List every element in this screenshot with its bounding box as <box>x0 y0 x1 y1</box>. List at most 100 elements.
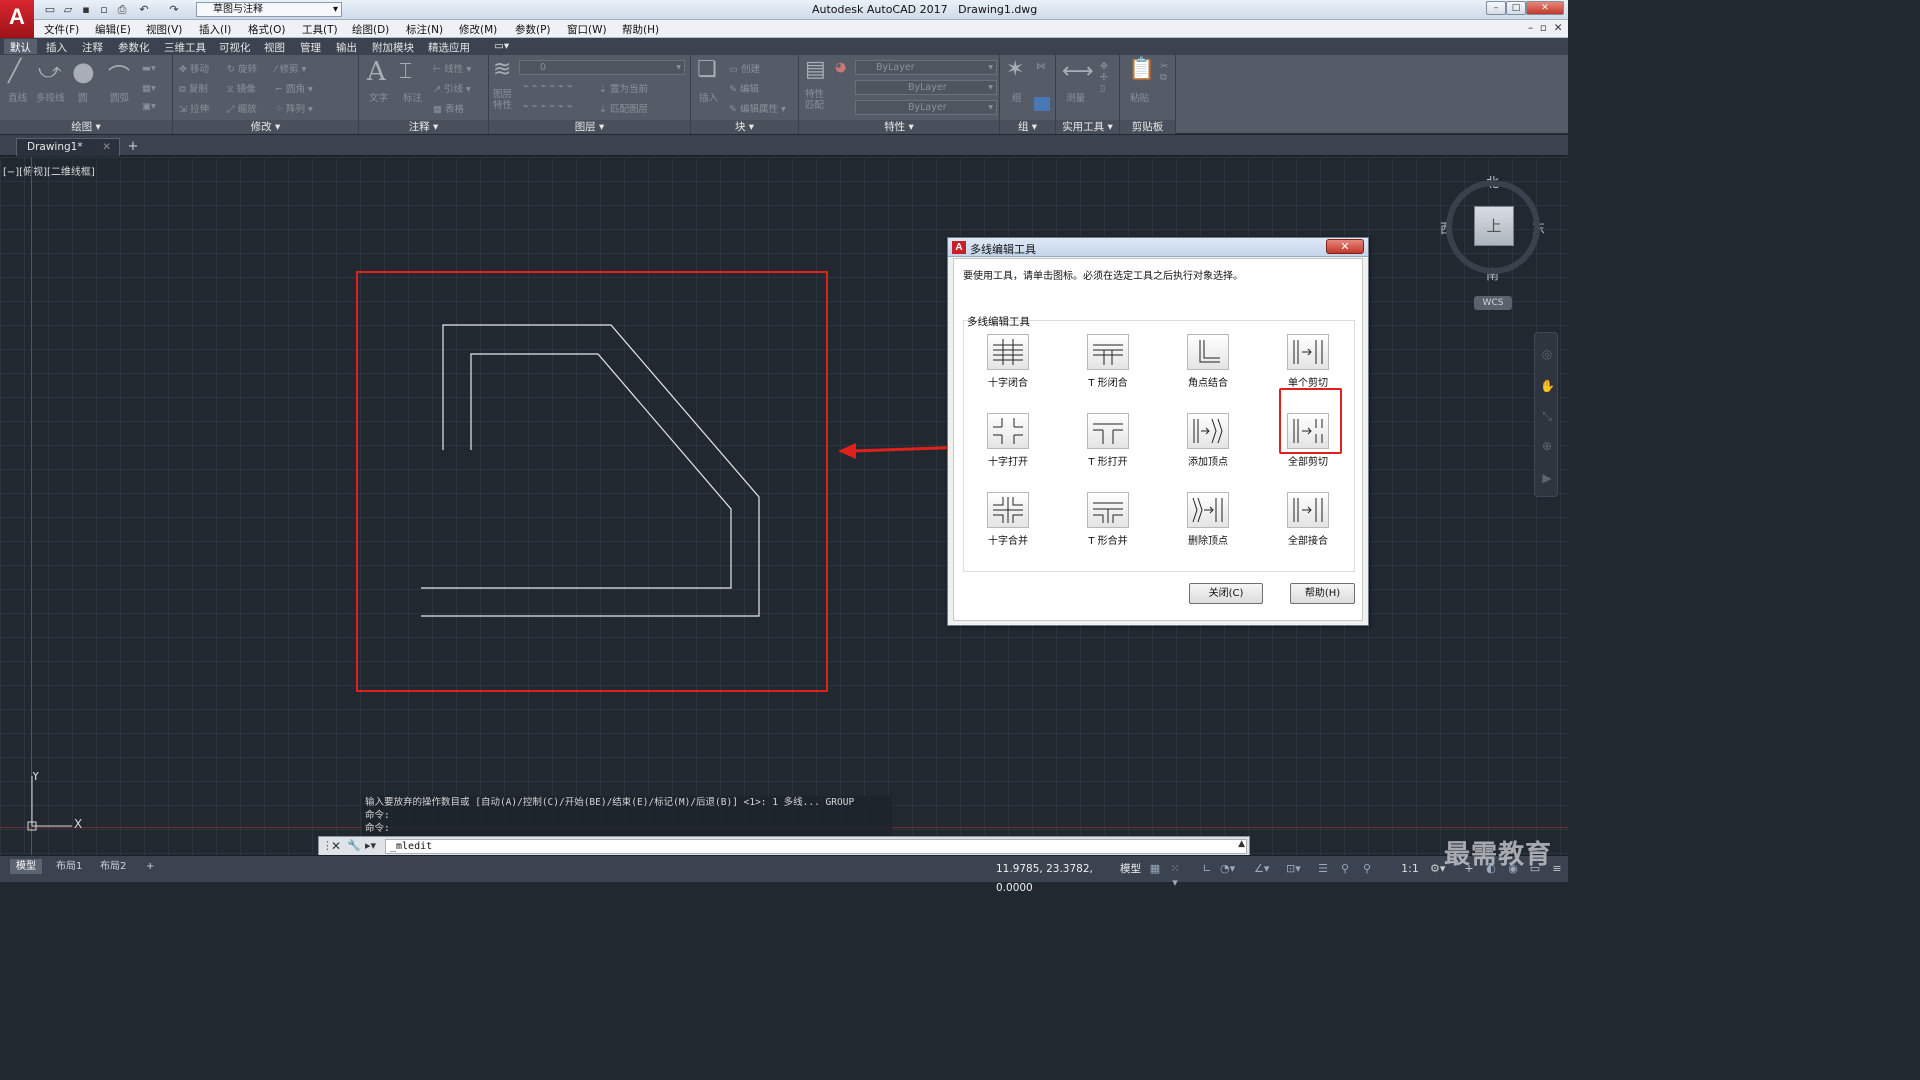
utility-tools-column[interactable]: ✥ ✢ ▯ <box>1100 61 1108 94</box>
weld-all-icon[interactable] <box>1287 492 1329 528</box>
lineweight-icon[interactable]: ☰ <box>1316 862 1330 876</box>
customize-command-icon[interactable]: 🔧 <box>347 839 361 852</box>
delete-vertex-icon[interactable] <box>1187 492 1229 528</box>
orbit-icon[interactable]: ⊕ <box>1540 439 1554 453</box>
match-properties-icon[interactable]: ▤ <box>805 57 826 82</box>
line-icon[interactable]: ╱ <box>8 59 21 84</box>
tool-array[interactable]: ⁘ 阵列 ▾ <box>275 101 313 115</box>
new-file-icon[interactable]: ▭ <box>42 2 58 17</box>
annotation-scale[interactable]: 1:1 <box>1398 862 1422 876</box>
command-expand-icon[interactable]: ▲ <box>1238 839 1245 849</box>
layer-tools-row1[interactable]: ⌁ ⌁ ⌁ ⌁ ⌁ ⌁ <box>523 81 572 92</box>
document-tab[interactable]: Drawing1* ✕ <box>16 138 120 156</box>
open-tee-icon[interactable] <box>1087 413 1129 449</box>
paste-icon[interactable]: 📋 <box>1128 57 1155 82</box>
open-file-icon[interactable]: ▱ <box>60 2 76 17</box>
menu-help[interactable]: 帮助(H) <box>622 22 659 37</box>
minimize-button[interactable]: – <box>1486 1 1506 15</box>
recent-commands-icon[interactable]: ▸▾ <box>365 839 376 852</box>
tool-scale[interactable]: ⤢ 缩放 <box>227 101 257 115</box>
tool-open-tee[interactable]: T 形打开 <box>1074 413 1142 477</box>
tool-trim[interactable]: ⁄ 修剪 ▾ <box>275 61 306 75</box>
group-select-icon[interactable] <box>1034 97 1050 111</box>
tool-set-current[interactable]: ⇣ 置为当前 <box>599 81 648 95</box>
circle-icon[interactable]: ● <box>72 57 95 87</box>
text-icon[interactable]: A <box>367 57 386 87</box>
autocad-logo[interactable]: A <box>0 0 34 38</box>
tool-add-vertex[interactable]: 添加顶点 <box>1174 413 1242 477</box>
panel-annotate-label[interactable]: 注释 ▾ <box>359 120 488 134</box>
osnap-track-icon[interactable]: ∠▾ <box>1254 862 1269 876</box>
lineweight-dropdown[interactable]: ByLayer ▾ <box>855 100 997 115</box>
save-as-icon[interactable]: ▫ <box>96 2 112 17</box>
dimension-icon[interactable]: ⌶ <box>399 59 412 84</box>
ribbon-options-icon[interactable]: ▭▾ <box>488 39 515 54</box>
zoom-extents-icon[interactable]: ⤡ <box>1540 409 1554 423</box>
annotation-visibility-icon[interactable]: ⚲ <box>1338 862 1352 876</box>
tool-closed-tee[interactable]: T 形闭合 <box>1074 334 1142 398</box>
menu-tools[interactable]: 工具(T) <box>302 22 338 37</box>
menu-insert[interactable]: 插入(I) <box>199 22 231 37</box>
menu-view[interactable]: 视图(V) <box>146 22 182 37</box>
wcs-menu[interactable]: WCS <box>1474 296 1512 310</box>
dialog-help-button[interactable]: 帮助(H) <box>1290 583 1355 604</box>
print-icon[interactable]: ⎙ <box>114 2 130 17</box>
tool-edit-block[interactable]: ✎ 编辑 <box>729 81 759 95</box>
merged-cross-icon[interactable] <box>987 492 1029 528</box>
osnap-icon[interactable]: ⊡▾ <box>1286 862 1301 876</box>
tool-stretch[interactable]: ⇲ 拉伸 <box>179 101 209 115</box>
tool-fillet[interactable]: ⌐ 圆角 ▾ <box>275 81 313 95</box>
cut-copy-icons[interactable]: ✂ ⧉ <box>1160 61 1168 83</box>
snap-icon[interactable]: ⁙▾ <box>1168 862 1182 889</box>
tab-addins[interactable]: 附加模块 <box>366 39 420 54</box>
tab-manage[interactable]: 管理 <box>294 39 327 54</box>
tab-insert[interactable]: 插入 <box>40 39 73 54</box>
tool-merged-tee[interactable]: T 形合并 <box>1074 492 1142 556</box>
group-icon[interactable]: ✶ <box>1006 57 1024 82</box>
workspace-gear-icon[interactable]: ⚙▾ <box>1430 862 1445 876</box>
steering-wheel-icon[interactable]: ◎ <box>1540 347 1554 361</box>
ungroup-icon[interactable]: ⋈ <box>1036 61 1046 72</box>
hatch-icon[interactable]: ▦▾ <box>142 83 156 94</box>
viewcube-top-face[interactable]: 上 <box>1474 206 1514 246</box>
tool-mirror[interactable]: ⧖ 镜像 <box>227 81 256 95</box>
ortho-icon[interactable]: ∟ <box>1200 862 1214 876</box>
menu-dimension[interactable]: 标注(N) <box>406 22 443 37</box>
tool-edit-attributes[interactable]: ✎ 编辑属性 ▾ <box>729 101 786 115</box>
panel-utilities-label[interactable]: 实用工具 ▾ <box>1056 120 1119 134</box>
add-vertex-icon[interactable] <box>1187 413 1229 449</box>
open-cross-icon[interactable] <box>987 413 1029 449</box>
tab-model[interactable]: 模型 <box>10 859 42 874</box>
auto-scale-icon[interactable]: ⚲ <box>1360 862 1374 876</box>
tool-table[interactable]: ▦ 表格 <box>433 101 464 115</box>
save-icon[interactable]: ▪ <box>78 2 94 17</box>
tool-delete-vertex[interactable]: 删除顶点 <box>1174 492 1242 556</box>
tool-move[interactable]: ✥ 移动 <box>179 61 209 75</box>
customization-icon[interactable]: ≡ <box>1550 862 1564 876</box>
panel-group-label[interactable]: 组 ▾ <box>1000 120 1055 134</box>
tool-merged-cross[interactable]: 十字合并 <box>974 492 1042 556</box>
command-input[interactable]: _mledit <box>385 839 1247 854</box>
maximize-button[interactable]: □ <box>1506 1 1526 15</box>
tool-linear[interactable]: ⊢ 线性 ▾ <box>433 61 471 75</box>
tab-layout2[interactable]: 布局2 <box>94 859 132 874</box>
merged-tee-icon[interactable] <box>1087 492 1129 528</box>
tool-corner-joint[interactable]: 角点结合 <box>1174 334 1242 398</box>
corner-joint-icon[interactable] <box>1187 334 1229 370</box>
close-tab-icon[interactable]: ✕ <box>102 141 111 153</box>
layer-properties-icon[interactable]: ≋ <box>493 57 511 82</box>
tool-create-block[interactable]: ▭ 创建 <box>729 61 760 75</box>
measure-icon[interactable]: ⟷ <box>1062 59 1094 84</box>
tool-leader[interactable]: ↗ 引线 ▾ <box>433 81 471 95</box>
coordinates-readout[interactable]: 11.9785, 23.3782, 0.0000 <box>996 860 1116 894</box>
add-layout-icon[interactable]: + <box>140 859 160 874</box>
close-command-icon[interactable]: ✕ <box>331 839 341 853</box>
region-icon[interactable]: ▣▾ <box>142 101 156 112</box>
menu-edit[interactable]: 编辑(E) <box>95 22 131 37</box>
tab-parametric[interactable]: 参数化 <box>112 39 156 54</box>
undo-icon[interactable]: ↶ <box>136 2 152 17</box>
tab-view[interactable]: 视图 <box>258 39 291 54</box>
menu-parametric[interactable]: 参数(P) <box>515 22 551 37</box>
model-space-button[interactable]: 模型 <box>1120 861 1141 876</box>
tab-output[interactable]: 输出 <box>330 39 363 54</box>
